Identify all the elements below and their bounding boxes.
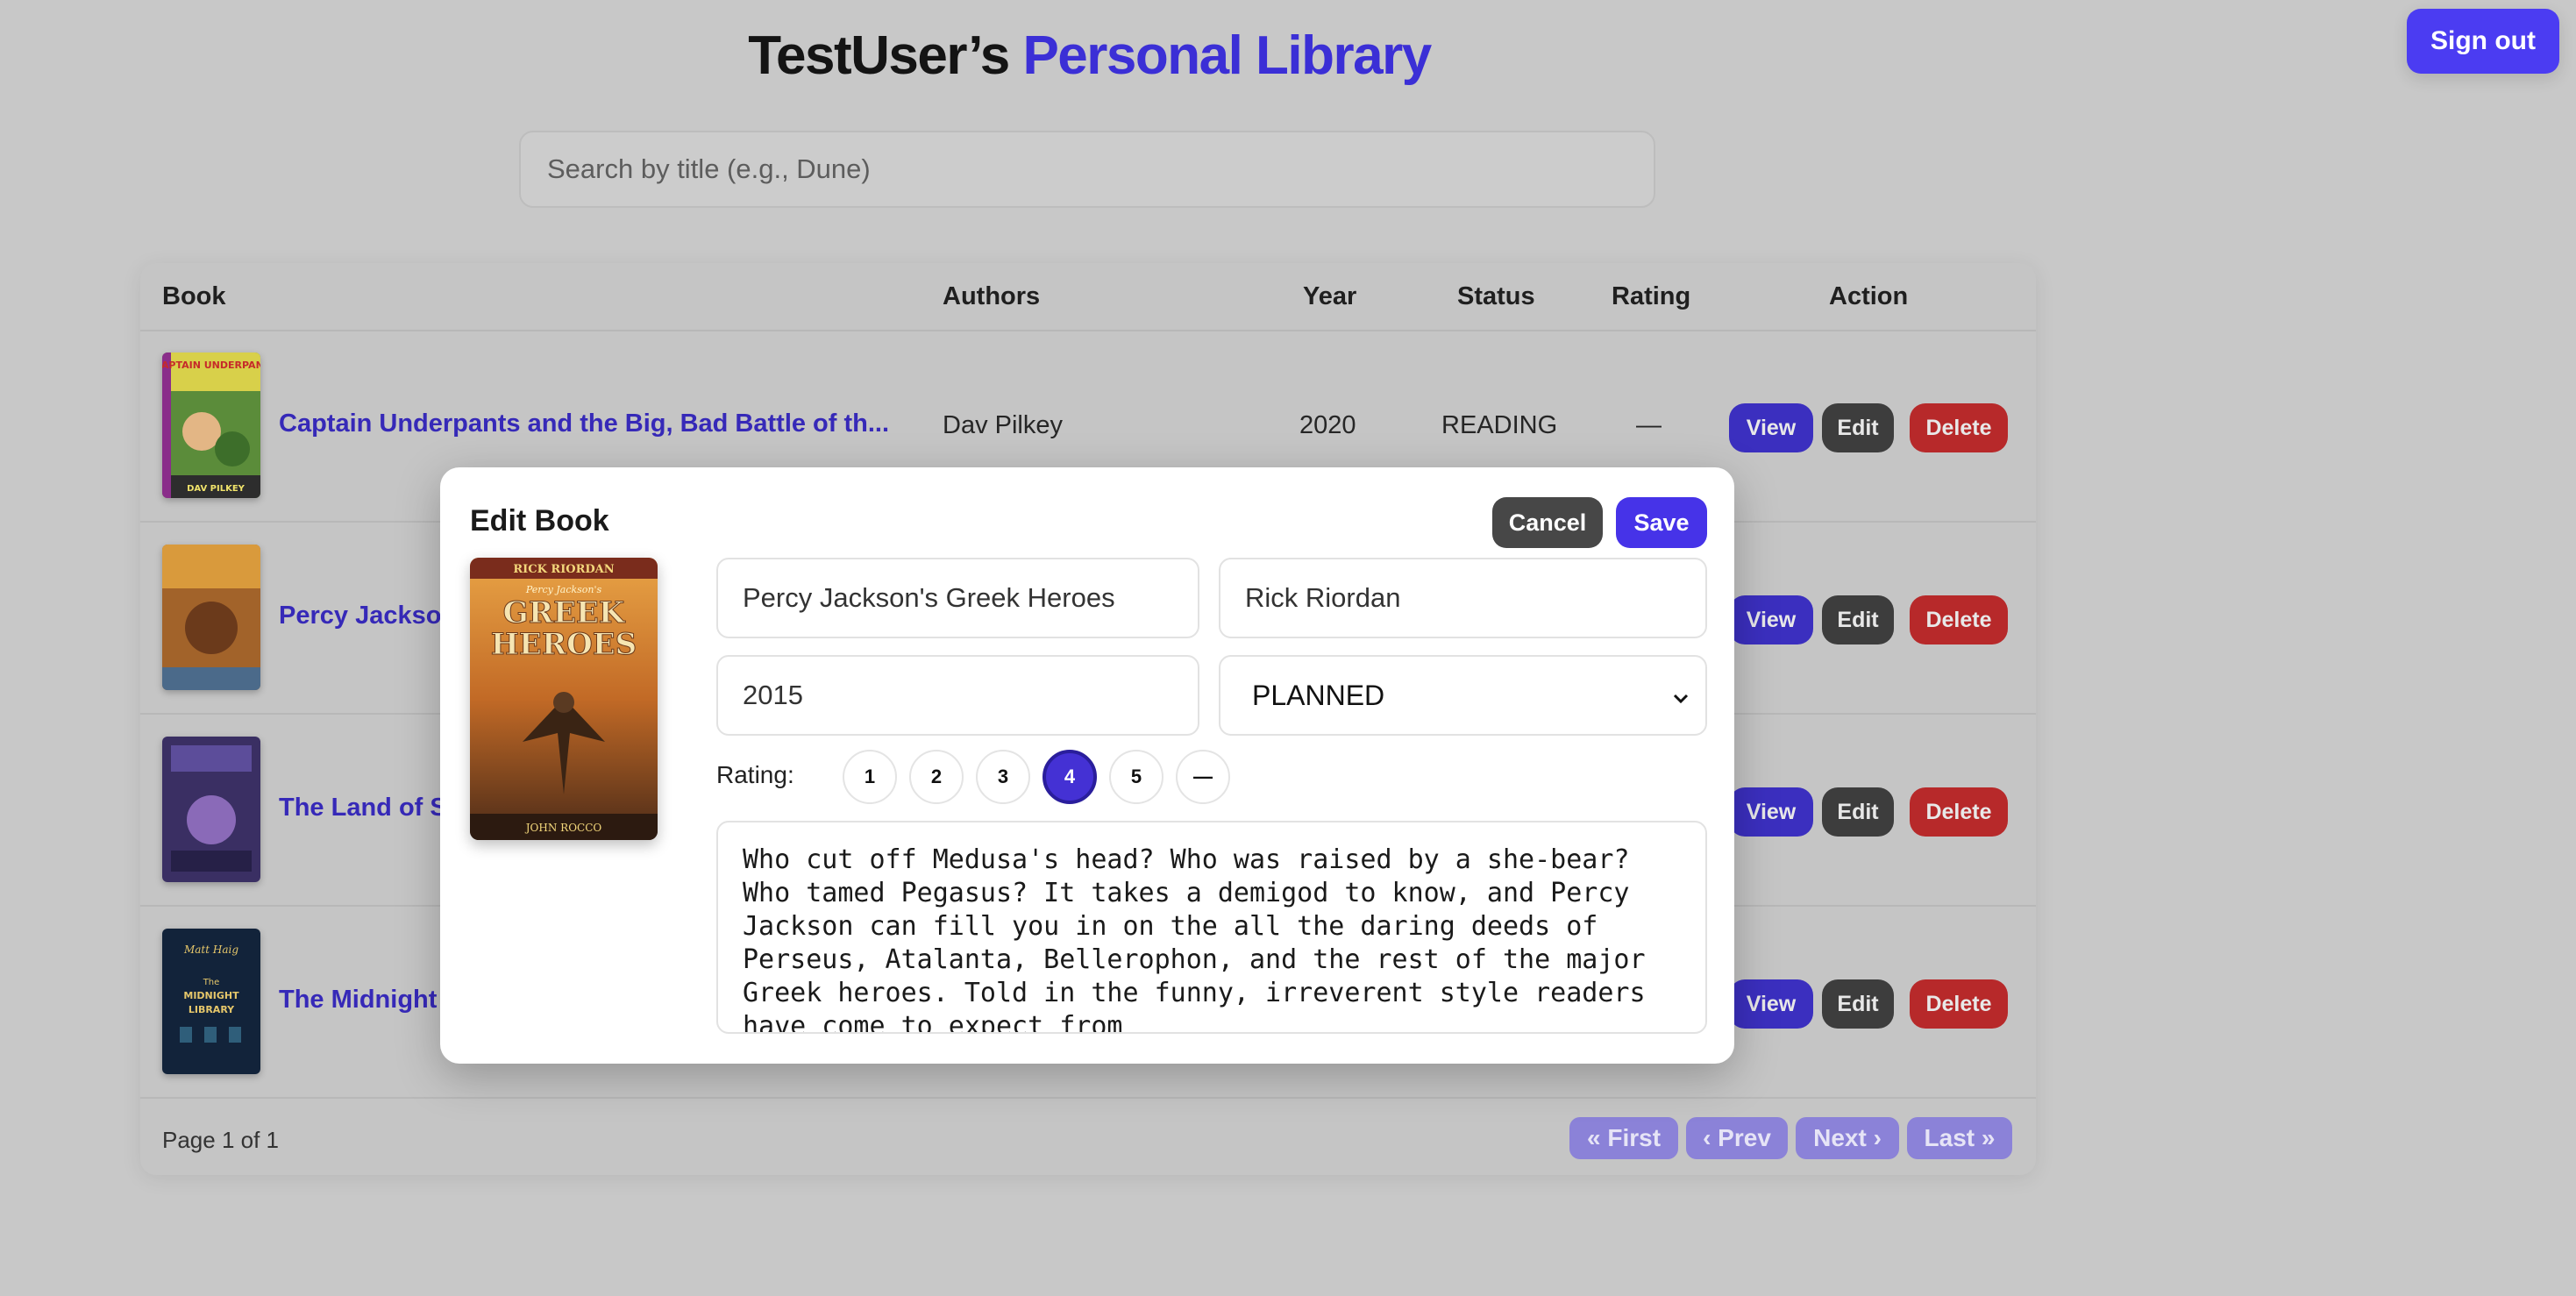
column-header-status: Status xyxy=(1457,282,1535,310)
edit-button[interactable]: Edit xyxy=(1822,403,1894,452)
column-header-authors: Authors xyxy=(943,282,1041,310)
year-input[interactable] xyxy=(716,655,1199,736)
svg-text:HEROES: HEROES xyxy=(491,627,637,662)
svg-text:LIBRARY: LIBRARY xyxy=(189,1004,235,1015)
rating-option-2[interactable]: 2 xyxy=(909,750,964,804)
column-header-action: Action xyxy=(1829,282,1909,310)
book-cover: Matt Haig The MIDNIGHT LIBRARY xyxy=(162,929,260,1074)
book-rating: — xyxy=(1636,411,1662,439)
edit-button[interactable]: Edit xyxy=(1822,595,1894,644)
column-header-rating: Rating xyxy=(1612,282,1691,310)
rating-option-4[interactable]: 4 xyxy=(1042,750,1097,804)
rating-option-1[interactable]: 1 xyxy=(843,750,897,804)
cancel-button[interactable]: Cancel xyxy=(1492,497,1603,548)
book-authors: Dav Pilkey xyxy=(943,411,1063,439)
svg-text:RICK RIORDAN: RICK RIORDAN xyxy=(513,563,614,576)
author-input[interactable] xyxy=(1219,558,1707,638)
view-button[interactable]: View xyxy=(1729,595,1813,644)
svg-text:The: The xyxy=(203,978,220,987)
svg-text:JOHN ROCCO: JOHN ROCCO xyxy=(524,822,602,834)
next-page-button[interactable]: Next › xyxy=(1796,1117,1899,1159)
pagination-bar: Page 1 of 1 « First ‹ Prev Next › Last » xyxy=(140,1105,2036,1175)
delete-button[interactable]: Delete xyxy=(1910,787,2008,837)
search-input[interactable] xyxy=(519,131,1655,208)
book-title-link[interactable]: Captain Underpants and the Big, Bad Batt… xyxy=(279,409,1033,438)
first-page-button[interactable]: « First xyxy=(1569,1117,1678,1159)
book-cover: CAPTAIN UNDERPANTS DAV PILKEY xyxy=(162,352,260,498)
rating-label: Rating: xyxy=(716,761,794,788)
prev-page-button[interactable]: ‹ Prev xyxy=(1686,1117,1788,1159)
page-title: TestUser’s Personal Library xyxy=(0,25,2179,87)
delete-button[interactable]: Delete xyxy=(1910,403,2008,452)
svg-text:MIDNIGHT: MIDNIGHT xyxy=(183,990,239,1001)
chevron-down-icon xyxy=(1672,680,1690,712)
view-button[interactable]: View xyxy=(1729,403,1813,452)
svg-text:Matt Haig: Matt Haig xyxy=(183,944,238,956)
book-status: READING xyxy=(1441,411,1558,439)
save-button[interactable]: Save xyxy=(1616,497,1707,548)
status-select[interactable]: PLANNED xyxy=(1219,655,1707,736)
book-cover xyxy=(162,737,260,882)
edit-button[interactable]: Edit xyxy=(1822,979,1894,1029)
edit-book-modal: Edit Book Cancel Save RICK RIORDAN Percy… xyxy=(440,467,1734,1064)
rating-option-3[interactable]: 3 xyxy=(976,750,1030,804)
rating-option-5[interactable]: 5 xyxy=(1109,750,1163,804)
svg-text:Percy Jackson's: Percy Jackson's xyxy=(525,584,602,595)
column-header-book: Book xyxy=(162,282,226,310)
view-button[interactable]: View xyxy=(1729,979,1813,1029)
title-accent: Personal Library xyxy=(1022,25,1432,86)
svg-text:DAV PILKEY: DAV PILKEY xyxy=(187,484,246,494)
delete-button[interactable]: Delete xyxy=(1910,979,2008,1029)
delete-button[interactable]: Delete xyxy=(1910,595,2008,644)
modal-title: Edit Book xyxy=(470,504,609,538)
last-page-button[interactable]: Last » xyxy=(1907,1117,2012,1159)
description-textarea[interactable]: Who cut off Medusa's head? Who was raise… xyxy=(716,821,1707,1034)
svg-text:GREEK: GREEK xyxy=(503,595,626,630)
svg-text:CAPTAIN UNDERPANTS: CAPTAIN UNDERPANTS xyxy=(162,360,260,371)
sign-out-button[interactable]: Sign out xyxy=(2407,9,2559,74)
table-header: Book Authors Year Status Rating Action xyxy=(140,263,2036,331)
rating-option-clear[interactable]: — xyxy=(1176,750,1230,804)
status-select-value: PLANNED xyxy=(1252,679,1385,711)
view-button[interactable]: View xyxy=(1729,787,1813,837)
edit-button[interactable]: Edit xyxy=(1822,787,1894,837)
title-input[interactable] xyxy=(716,558,1199,638)
book-cover xyxy=(162,545,260,690)
column-header-year: Year xyxy=(1303,282,1357,310)
book-cover-image: RICK RIORDAN Percy Jackson's GREEK HEROE… xyxy=(470,558,658,840)
page-info: Page 1 of 1 xyxy=(162,1127,279,1153)
title-prefix: TestUser’s xyxy=(748,25,1010,86)
book-year: 2020 xyxy=(1299,411,1356,439)
